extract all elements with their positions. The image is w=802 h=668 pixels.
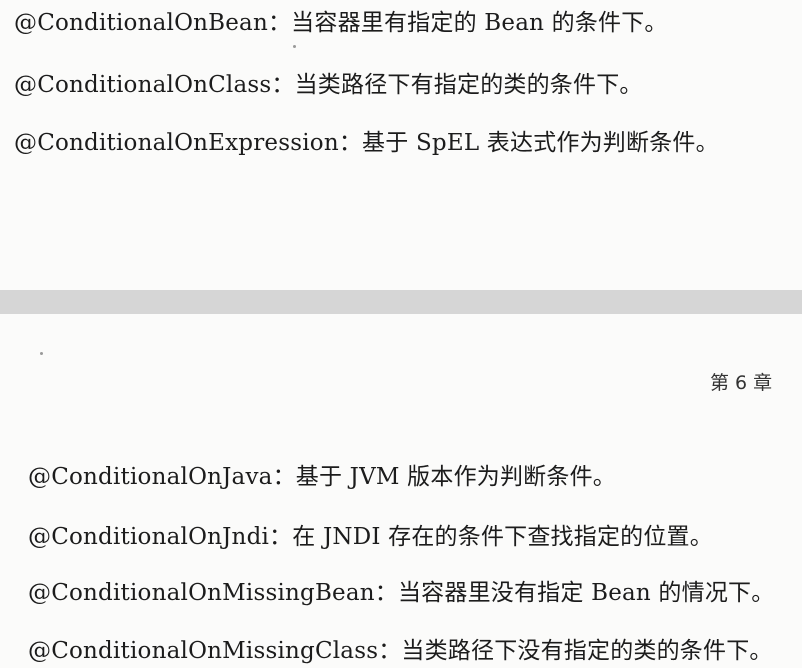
text-line-conditional-on-bean: @ConditionalOnBean：当容器里有指定的 Bean 的条件下。 — [14, 10, 668, 36]
paper-speck — [40, 352, 43, 355]
text-line-conditional-on-class: @ConditionalOnClass：当类路径下有指定的类的条件下。 — [14, 72, 643, 98]
text-line-conditional-on-jndi: @ConditionalOnJndi：在 JNDI 存在的条件下查找指定的位置。 — [28, 524, 713, 550]
text-line-conditional-on-missing-bean: @ConditionalOnMissingBean：当容器里没有指定 Bean … — [28, 580, 775, 606]
chapter-label: 第 6 章 — [710, 372, 773, 394]
text-line-conditional-on-missing-class: @ConditionalOnMissingClass：当类路径下没有指定的类的条… — [28, 638, 773, 664]
page-divider — [0, 290, 802, 314]
text-line-conditional-on-java: @ConditionalOnJava：基于 JVM 版本作为判断条件。 — [28, 464, 616, 490]
lower-page: 第 6 章 @ConditionalOnJava：基于 JVM 版本作为判断条件… — [0, 314, 802, 668]
paper-speck — [293, 45, 296, 48]
upper-page: @ConditionalOnBean：当容器里有指定的 Bean 的条件下。 @… — [0, 0, 802, 290]
text-line-conditional-on-expression: @ConditionalOnExpression：基于 SpEL 表达式作为判断… — [14, 130, 719, 156]
